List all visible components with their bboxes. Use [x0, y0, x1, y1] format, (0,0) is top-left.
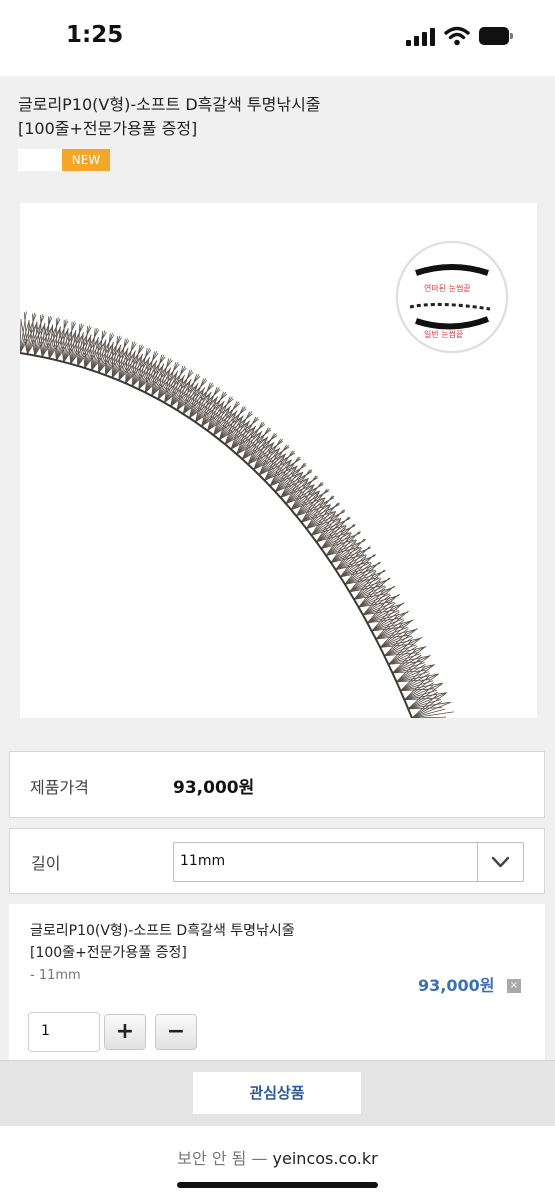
length-select[interactable]: 11mm: [173, 842, 524, 882]
wifi-icon: [444, 26, 470, 46]
quantity-minus-button[interactable]: −: [155, 1014, 197, 1050]
product-title-line2: [100줄+전문가용풀 증정]: [18, 119, 198, 138]
product-title-line1: 글로리P10(V형)-소프트 D흑갈색 투명낚시줄: [18, 95, 321, 114]
url-separator: —: [251, 1149, 268, 1168]
length-label: 길이: [31, 854, 61, 873]
selected-item-title: 글로리P10(V형)-소프트 D흑갈색 투명낚시줄 [100줄+전문가용풀 증정…: [30, 920, 360, 964]
quantity-plus-button[interactable]: +: [104, 1014, 146, 1050]
badge-row: NEW: [18, 149, 110, 171]
url-domain: yeincos.co.kr: [272, 1149, 378, 1168]
selected-item-title-line2: [100줄+전문가용풀 증정]: [30, 945, 187, 961]
price-value: 93,000원: [173, 778, 255, 798]
selected-option-item: 글로리P10(V형)-소프트 D흑갈색 투명낚시줄 [100줄+전문가용풀 증정…: [9, 904, 545, 1064]
remove-item-button[interactable]: ×: [507, 979, 521, 993]
lash-comparison-inset: 연마된 눈썹끝 일반 눈썹끝: [396, 241, 508, 353]
price-row: 제품가격 93,000원: [9, 751, 545, 818]
inset-label-top: 연마된 눈썹끝: [424, 284, 471, 293]
badge-blank: [18, 149, 62, 171]
security-warning: 보안 안 됨: [177, 1149, 247, 1168]
selected-item-title-line1: 글로리P10(V형)-소프트 D흑갈색 투명낚시줄: [30, 923, 295, 939]
battery-icon: [479, 27, 513, 45]
quantity-input[interactable]: 1: [28, 1012, 100, 1052]
wishlist-button[interactable]: 관심상품: [193, 1072, 361, 1114]
inset-label-bottom: 일반 눈썹끝: [424, 330, 464, 339]
product-title: 글로리P10(V형)-소프트 D흑갈색 투명낚시줄 [100줄+전문가용풀 증정…: [18, 93, 518, 141]
new-badge: NEW: [62, 149, 110, 171]
product-image[interactable]: 연마된 눈썹끝 일반 눈썹끝: [20, 203, 537, 718]
selected-item-option: - 11mm: [30, 968, 81, 983]
browser-url-bar[interactable]: 보안 안 됨 — yeincos.co.kr: [0, 1126, 555, 1200]
chevron-down-icon[interactable]: [477, 843, 523, 881]
signal-icon: [406, 28, 436, 46]
selected-item-price: 93,000원: [418, 976, 495, 995]
status-bar: 1:25: [0, 0, 555, 76]
eyelash-fibre: [97, 338, 99, 373]
home-indicator[interactable]: [177, 1182, 378, 1188]
length-option-row: 길이 11mm: [9, 828, 545, 894]
quantity-value: 1: [41, 1023, 50, 1039]
status-time: 1:25: [66, 22, 124, 48]
product-page: 글로리P10(V형)-소프트 D흑갈색 투명낚시줄 [100줄+전문가용풀 증정…: [0, 76, 555, 1064]
price-label: 제품가격: [30, 778, 89, 797]
bottom-action-bar: 관심상품: [0, 1060, 555, 1126]
length-selected-value: 11mm: [180, 853, 226, 869]
url-text[interactable]: 보안 안 됨 — yeincos.co.kr: [0, 1145, 555, 1169]
